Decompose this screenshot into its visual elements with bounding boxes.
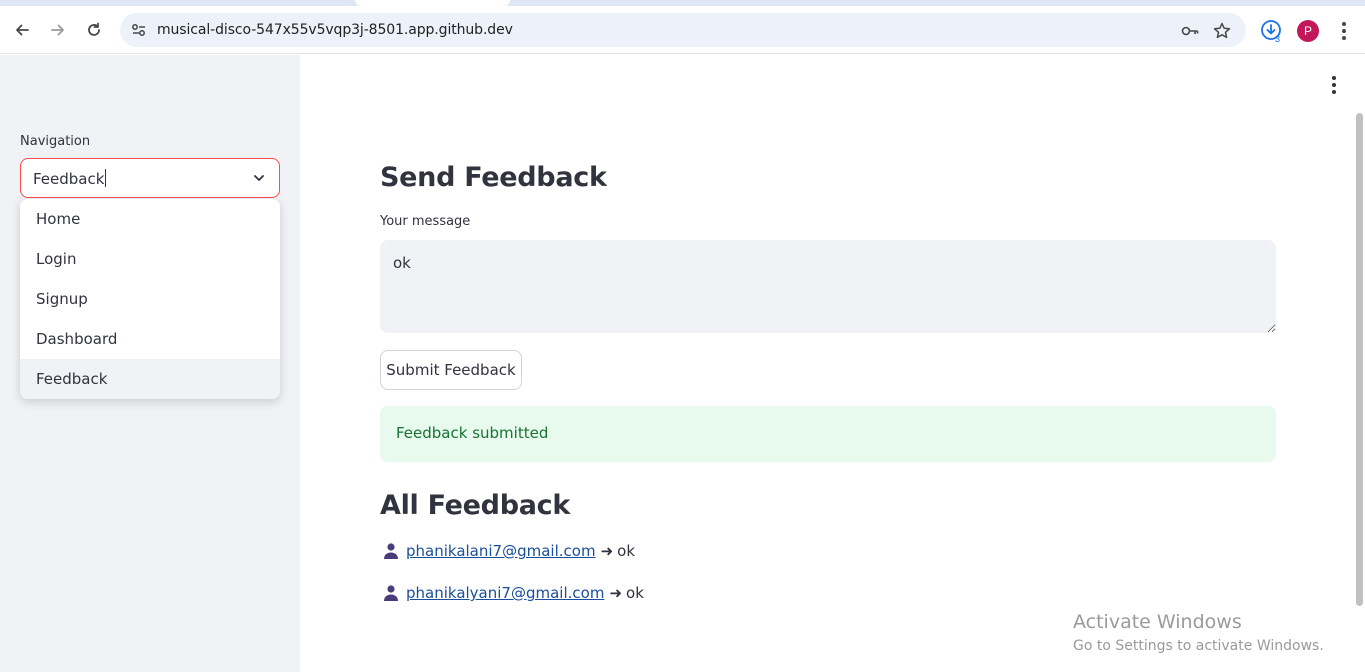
dropdown-option-feedback[interactable]: Feedback	[20, 359, 280, 399]
user-icon	[384, 585, 398, 601]
reload-icon[interactable]	[80, 16, 108, 44]
address-bar[interactable]: musical-disco-547x55v5vqp3j-8501.app.git…	[120, 13, 1246, 47]
watermark-title: Activate Windows	[1073, 611, 1242, 633]
dropdown-option-signup[interactable]: Signup	[20, 279, 280, 319]
feedback-message: ok	[617, 542, 636, 560]
success-text: Feedback submitted	[396, 424, 549, 442]
page-title: Send Feedback	[380, 162, 607, 193]
message-label: Your message	[380, 214, 471, 229]
feedback-item: phanikalani7@gmail.com ➜ ok	[382, 540, 635, 562]
navigation-dropdown: Home Login Signup Dashboard Feedback	[20, 199, 280, 399]
password-key-icon[interactable]	[1180, 21, 1200, 41]
download-extension-icon[interactable]: 3	[1260, 19, 1284, 44]
browser-toolbar: musical-disco-547x55v5vqp3j-8501.app.git…	[0, 6, 1365, 54]
app-menu-icon[interactable]	[1326, 76, 1342, 94]
feedback-email-link[interactable]: phanikalani7@gmail.com	[406, 542, 596, 560]
all-feedback-heading: All Feedback	[380, 490, 571, 521]
profile-avatar[interactable]: P	[1297, 20, 1319, 42]
dropdown-option-home[interactable]: Home	[20, 199, 280, 239]
dropdown-option-login[interactable]: Login	[20, 239, 280, 279]
site-info-icon[interactable]	[130, 21, 148, 39]
page-scrollbar[interactable]	[1356, 113, 1363, 606]
feedback-message: ok	[626, 584, 644, 602]
activate-windows-watermark: Activate Windows Go to Settings to activ…	[1073, 611, 1324, 654]
bookmark-star-icon[interactable]	[1212, 21, 1232, 41]
back-icon[interactable]	[8, 16, 36, 44]
sidebar: Navigation Feedback Home Login Signup Da…	[0, 55, 300, 672]
extension-badge: 3	[1275, 34, 1280, 43]
watermark-subtitle: Go to Settings to activate Windows.	[1073, 638, 1324, 654]
arrow-icon: ➜	[609, 584, 623, 602]
browser-menu-icon[interactable]	[1334, 20, 1354, 42]
arrow-icon: ➜	[600, 542, 614, 560]
submit-feedback-button[interactable]: Submit Feedback	[380, 350, 522, 390]
url-text: musical-disco-547x55v5vqp3j-8501.app.git…	[157, 22, 513, 38]
text-caret	[105, 169, 107, 187]
user-icon	[384, 543, 398, 559]
forward-icon[interactable]	[44, 16, 72, 44]
feedback-item: phanikalyani7@gmail.com ➜ ok	[382, 582, 644, 604]
chevron-down-icon[interactable]	[251, 170, 267, 186]
navigation-select[interactable]: Feedback	[20, 158, 280, 198]
navigation-select-value[interactable]: Feedback	[33, 169, 107, 188]
message-textarea[interactable]: ok	[380, 240, 1276, 333]
success-alert: Feedback submitted	[380, 406, 1276, 462]
dropdown-option-dashboard[interactable]: Dashboard	[20, 319, 280, 359]
feedback-email-link[interactable]: phanikalyani7@gmail.com	[406, 584, 604, 602]
navigation-label: Navigation	[20, 134, 91, 149]
